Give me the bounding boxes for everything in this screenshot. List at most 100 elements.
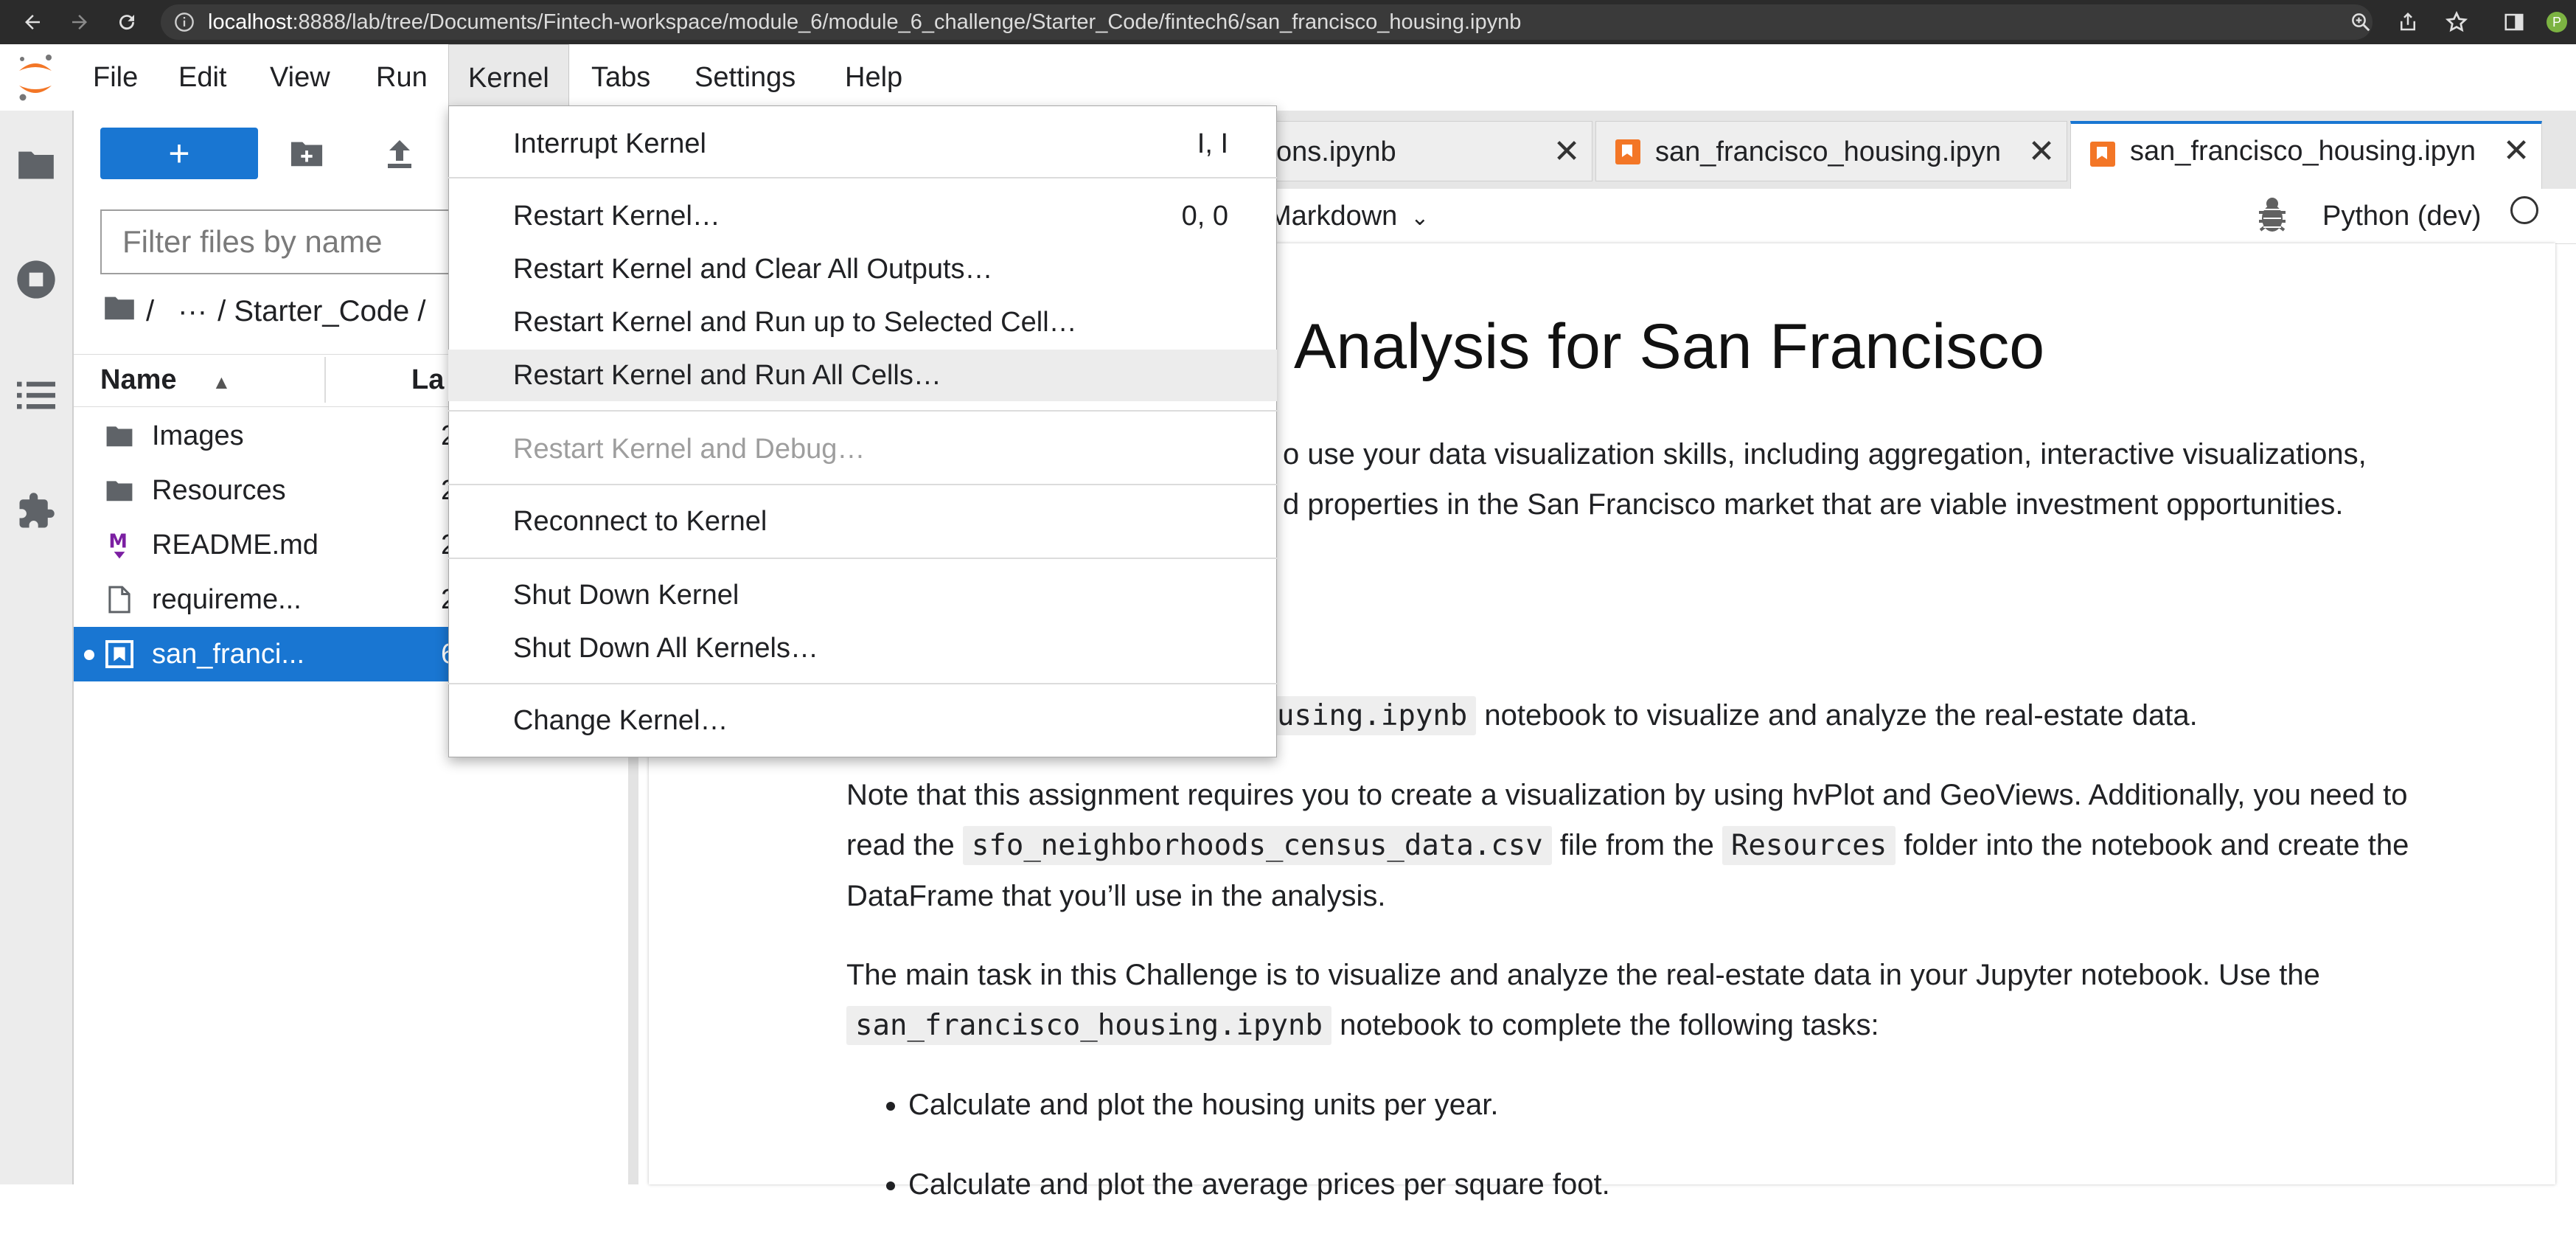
- new-launcher-button[interactable]: +: [100, 128, 258, 179]
- debugger-bug-icon[interactable]: [2256, 195, 2288, 236]
- shortcut-label: 0, 0: [1181, 201, 1228, 232]
- column-name-label: Name: [100, 364, 177, 395]
- upload-icon[interactable]: [379, 133, 420, 174]
- menu-tabs[interactable]: Tabs: [572, 44, 669, 111]
- kernel-idle-status-icon: [2510, 196, 2538, 224]
- tab-san-francisco-housing-1[interactable]: san_francisco_housing.ipyn ✕: [1595, 121, 2067, 181]
- sort-ascending-icon: ▲: [212, 371, 232, 393]
- menu-settings[interactable]: Settings: [675, 44, 815, 111]
- url-text[interactable]: localhost:8888/lab/tree/Documents/Fintec…: [208, 0, 1521, 44]
- menu-item-change-kernel[interactable]: Change Kernel…: [448, 695, 1277, 746]
- menu-item-label: Interrupt Kernel: [513, 128, 706, 159]
- menu-item-restart-run-to-selected[interactable]: Restart Kernel and Run up to Selected Ce…: [448, 296, 1277, 348]
- close-icon[interactable]: ✕: [2027, 122, 2056, 181]
- paragraph-text: notebook to visualize and analyze the re…: [1476, 699, 2198, 732]
- jupyter-logo-icon: [16, 52, 55, 103]
- paragraph-text: notebook to complete the following tasks…: [1331, 1009, 1879, 1041]
- menu-file[interactable]: File: [74, 44, 157, 111]
- instructions-paragraph: using.ipynb notebook to visualize and an…: [1268, 690, 2576, 741]
- paragraph-text: file from the: [1551, 829, 1722, 861]
- url-host: localhost: [208, 10, 293, 34]
- notebook-file-icon: [105, 627, 134, 681]
- column-divider[interactable]: [324, 357, 326, 403]
- inline-code-csv: sfo_neighborhoods_census_data.csv: [962, 826, 1552, 865]
- menu-help[interactable]: Help: [826, 44, 922, 111]
- inline-code-notebook-name: san_francisco_housing.ipynb: [846, 1006, 1331, 1045]
- tab-label: san_francisco_housing.ipyn: [1655, 136, 2001, 167]
- forward-arrow-icon[interactable]: [62, 4, 97, 40]
- activity-sidebar: [0, 111, 74, 1184]
- breadcrumb-starter-code[interactable]: / Starter_Code /: [217, 289, 425, 333]
- menu-divider: [448, 484, 1277, 485]
- menu-divider: [448, 410, 1277, 412]
- tab-label: ons.ipynb: [1276, 136, 1396, 167]
- menu-divider: [448, 558, 1277, 559]
- extension-puzzle-icon[interactable]: [13, 488, 59, 534]
- paragraph-text: The main task in this Challenge is to vi…: [846, 959, 2320, 991]
- tab-san-francisco-housing-active[interactable]: san_francisco_housing.ipyn ✕: [2070, 121, 2542, 189]
- shortcut-label: I, I: [1197, 128, 1228, 159]
- notebook-tab-icon: [1615, 139, 1640, 164]
- markdown-file-icon: M: [105, 518, 134, 572]
- profile-avatar[interactable]: P: [2547, 12, 2567, 32]
- file-name: requireme...: [152, 584, 302, 615]
- menu-divider: [448, 683, 1277, 684]
- menu-divider: [448, 177, 1277, 178]
- site-info-icon[interactable]: [174, 12, 195, 32]
- folder-icon: [105, 463, 134, 518]
- menu-item-label: Restart Kernel…: [513, 201, 720, 232]
- menu-item-restart-run-all[interactable]: Restart Kernel and Run All Cells…: [448, 350, 1277, 401]
- reload-icon[interactable]: [109, 4, 145, 40]
- menu-item-reconnect-kernel[interactable]: Reconnect to Kernel: [448, 496, 1277, 547]
- file-name: san_franci...: [152, 639, 304, 670]
- menu-view[interactable]: View: [251, 44, 349, 111]
- menu-edit[interactable]: Edit: [159, 44, 246, 111]
- share-icon[interactable]: [2390, 4, 2426, 40]
- file-name: Images: [152, 420, 244, 451]
- menu-run[interactable]: Run: [357, 44, 447, 111]
- close-icon[interactable]: ✕: [2502, 124, 2531, 181]
- menu-item-shut-down-kernel[interactable]: Shut Down Kernel: [448, 569, 1277, 621]
- new-folder-icon[interactable]: [286, 133, 327, 174]
- running-indicator-dot: [84, 650, 94, 660]
- table-of-contents-icon[interactable]: [13, 372, 59, 417]
- inline-code-resources: Resources: [1722, 826, 1896, 865]
- menu-item-restart-debug: Restart Kernel and Debug…: [513, 434, 866, 465]
- breadcrumb-folder-icon[interactable]: [103, 289, 136, 333]
- intro-line-1: o use your data visualization skills, in…: [1283, 438, 2367, 471]
- note-paragraph: Note that this assignment requires you t…: [846, 770, 2468, 921]
- inline-code-notebook: using.ipynb: [1268, 696, 1477, 735]
- column-name-header[interactable]: Name ▲: [100, 354, 231, 406]
- side-panel-icon[interactable]: [2496, 4, 2532, 40]
- running-kernels-icon[interactable]: [13, 257, 59, 302]
- notebook-tab-icon: [2090, 142, 2115, 167]
- tab-label: san_francisco_housing.ipyn: [2130, 136, 2476, 167]
- notebook-title-heading: Analysis for San Francisco: [1294, 311, 2045, 382]
- back-arrow-icon[interactable]: [15, 4, 50, 40]
- file-name: README.md: [152, 530, 318, 560]
- list-item: Calculate and plot the housing units per…: [908, 1080, 2530, 1130]
- menu-item-restart-clear-outputs[interactable]: Restart Kernel and Clear All Outputs…: [448, 243, 1277, 295]
- folder-icon[interactable]: [13, 142, 59, 187]
- breadcrumb-root[interactable]: /: [146, 289, 154, 333]
- intro-line-2: d properties in the San Francisco market…: [1283, 488, 2344, 521]
- task-list: Calculate and plot the housing units per…: [870, 1080, 2530, 1239]
- breadcrumb-ellipsis[interactable]: ···: [178, 289, 207, 333]
- menu-item-restart-kernel[interactable]: Restart Kernel… 0, 0: [448, 190, 1277, 242]
- menu-item-interrupt-kernel[interactable]: Interrupt Kernel I, I: [448, 118, 1277, 170]
- browser-toolbar: localhost:8888/lab/tree/Documents/Fintec…: [0, 0, 2576, 44]
- menu-kernel[interactable]: Kernel: [448, 44, 569, 111]
- bookmark-star-icon[interactable]: [2439, 4, 2474, 40]
- breadcrumb: / ··· / Starter_Code /: [103, 289, 425, 333]
- menu-item-shut-down-all-kernels[interactable]: Shut Down All Kernels…: [448, 622, 1277, 674]
- chevron-down-icon: ⌄: [1410, 206, 1430, 230]
- folder-icon: [105, 409, 134, 463]
- zoom-icon[interactable]: [2343, 4, 2378, 40]
- kernel-name-button[interactable]: Python (dev): [2322, 189, 2481, 243]
- close-icon[interactable]: ✕: [1552, 122, 1581, 181]
- main-task-paragraph: The main task in this Challenge is to vi…: [846, 950, 2468, 1051]
- cell-type-select[interactable]: Markdown ⌄: [1268, 189, 1429, 243]
- column-last-modified-header[interactable]: La: [411, 354, 444, 406]
- list-item: Calculate and plot the average prices pe…: [908, 1159, 2530, 1210]
- file-name: Resources: [152, 475, 286, 506]
